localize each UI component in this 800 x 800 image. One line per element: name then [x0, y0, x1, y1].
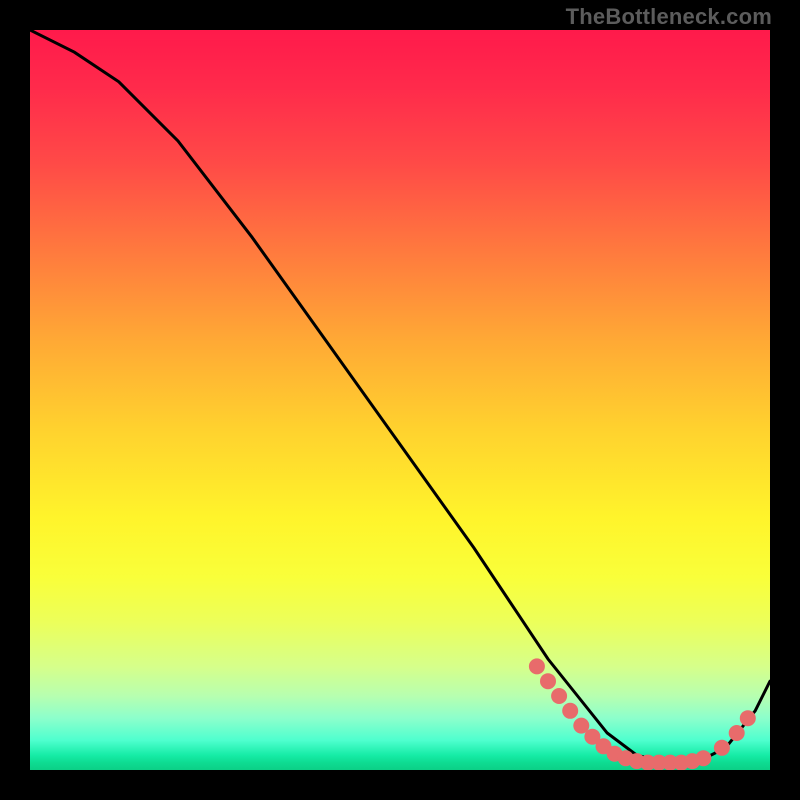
curve-markers — [529, 658, 756, 770]
marker-dot — [714, 740, 730, 756]
marker-dot — [740, 710, 756, 726]
marker-dot — [729, 725, 745, 741]
curve-line — [30, 30, 770, 763]
marker-dot — [562, 703, 578, 719]
marker-dot — [540, 673, 556, 689]
chart-stage: TheBottleneck.com — [0, 0, 800, 800]
chart-svg — [30, 30, 770, 770]
plot-area — [30, 30, 770, 770]
marker-dot — [695, 750, 711, 766]
marker-dot — [551, 688, 567, 704]
marker-dot — [529, 658, 545, 674]
watermark-text: TheBottleneck.com — [566, 4, 772, 30]
